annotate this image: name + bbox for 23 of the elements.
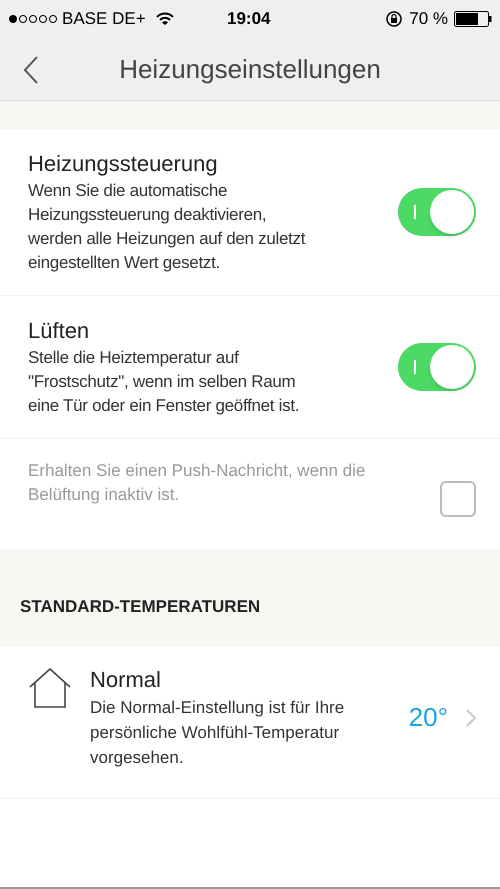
setting-description: Wenn Sie die automatische Heizungssteuerung deaktivieren, werden alle Heizungen auf den zuletzt eingestellten Wert gesetzt. (28, 180, 306, 274)
signal-icon (8, 14, 60, 24)
wifi-icon (156, 12, 174, 26)
setting-description: Erhalten Sie einen Push-Nachricht, wenn die Belüftung inaktiv ist. (28, 460, 366, 506)
battery-percent: 70 % (409, 8, 448, 30)
setting-title: Lüften (28, 317, 90, 345)
house-icon (28, 667, 72, 709)
temperature-title: Normal (90, 666, 162, 694)
rotation-lock-icon (385, 10, 404, 28)
back-icon (23, 55, 39, 85)
toggle-switch[interactable] (398, 343, 476, 391)
setting-title: Heizungssteuerung (28, 150, 219, 178)
toggle-switch[interactable] (398, 188, 476, 236)
temperature-description: Die Normal-Einstellung ist für Ihre persönliche Wohlfühl-Temperatur vorgesehen. (90, 697, 346, 769)
checkbox[interactable] (440, 481, 476, 517)
clock-time: 19:04 (227, 8, 270, 30)
chevron-right-icon (466, 708, 476, 726)
section-title: STANDARD-TEMPERATUREN (20, 596, 260, 618)
page-title: Heizungseinstellungen (119, 52, 381, 86)
setting-description: Stelle die Heiztemperatur auf "Frostschutz", wenn im selben Raum eine Tür oder ein Fenster geöffnet ist. (28, 347, 300, 417)
carrier-name: BASE DE+ (62, 8, 146, 30)
temperature-value: 20° (408, 701, 448, 734)
battery-icon (454, 11, 492, 27)
